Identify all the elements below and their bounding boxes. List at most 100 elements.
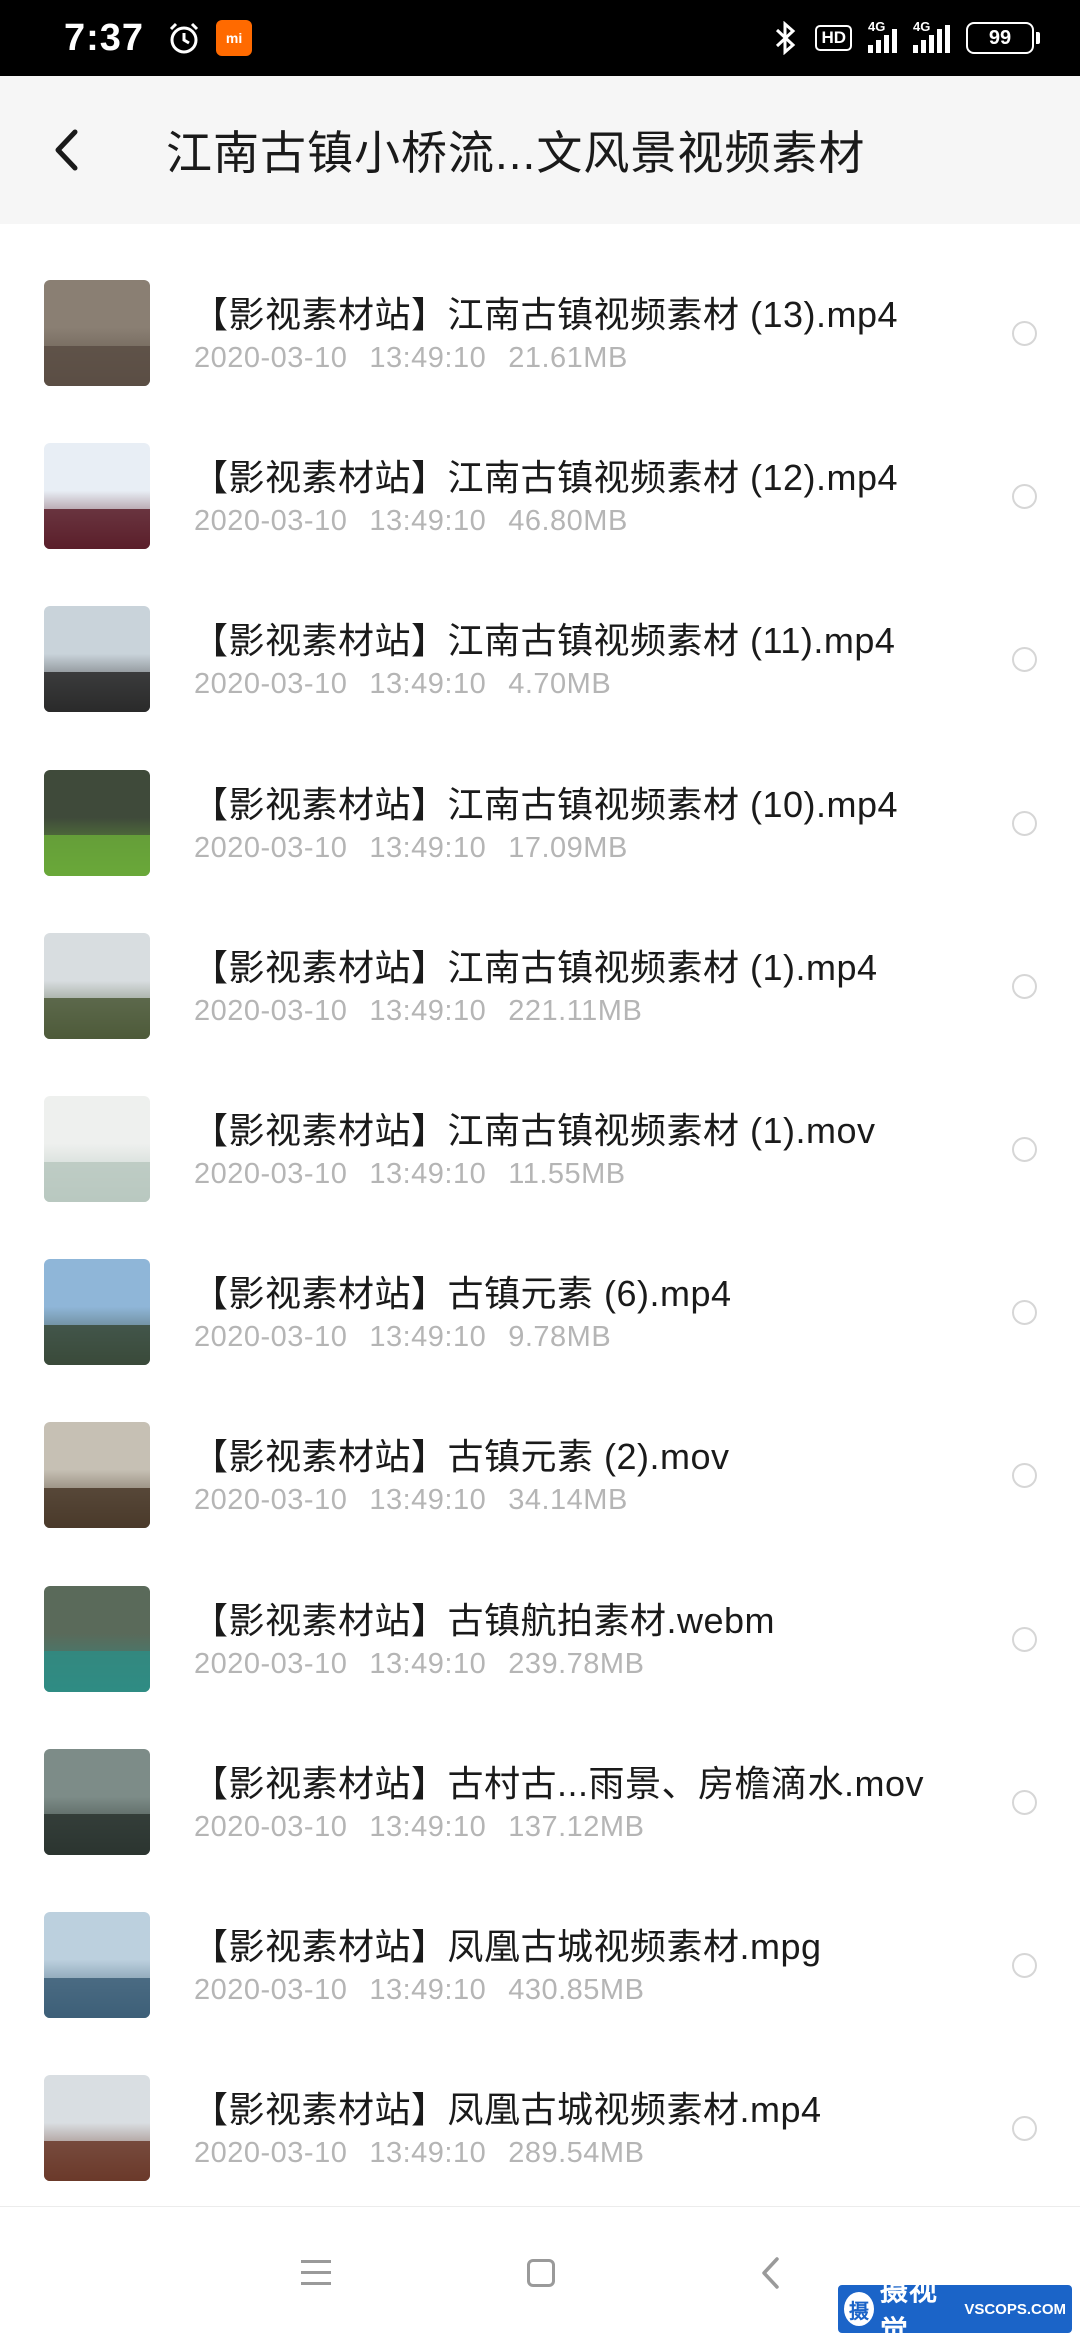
hd-badge: HD: [815, 25, 852, 51]
select-radio-button[interactable]: [1012, 1136, 1037, 1162]
file-time: 13:49:10: [369, 1973, 487, 2006]
select-radio-button[interactable]: [1012, 647, 1037, 673]
menu-icon[interactable]: [301, 2260, 331, 2286]
select-radio-button[interactable]: [1012, 1463, 1037, 1489]
file-name: 【影视素材站】江南古镇视频素材 (12).mp4: [192, 457, 899, 499]
file-list-item[interactable]: 【影视素材站】江南古镇视频素材 (1).mp4 2020-03-10 13:49:1…: [0, 877, 1080, 1040]
select-radio-button[interactable]: [1012, 1789, 1037, 1815]
select-radio-button[interactable]: [1012, 810, 1037, 836]
file-time: 13:49:10: [369, 342, 487, 374]
page-title: 江南古镇小桥流...文风景视频素材: [166, 127, 866, 179]
battery-icon: 99: [966, 22, 1040, 54]
select-radio-button[interactable]: [1012, 973, 1037, 999]
file-size: 239.78MB: [508, 1647, 645, 1680]
file-time: 13:49:10: [369, 1157, 487, 1190]
watermark-domain: VSCOPS.COM: [964, 2300, 1066, 2318]
file-size: 46.80MB: [508, 505, 628, 538]
file-time: 13:49:10: [369, 994, 487, 1027]
select-radio-button[interactable]: [1012, 1300, 1037, 1326]
file-meta: 2020-03-10 13:49:10 137.12MB: [194, 1811, 666, 1844]
video-thumbnail: [44, 1095, 150, 1202]
file-meta: 2020-03-10 13:49:10 34.14MB: [194, 1484, 650, 1517]
file-date: 2020-03-10: [194, 831, 348, 864]
system-back-icon[interactable]: [758, 2255, 782, 2291]
file-name: 【影视素材站】江南古镇视频素材 (13).mp4: [192, 294, 899, 335]
file-date: 2020-03-10: [194, 994, 348, 1027]
file-date: 2020-03-10: [194, 1973, 348, 2006]
video-thumbnail: [44, 769, 150, 876]
video-thumbnail: [44, 2075, 150, 2182]
file-size: 21.61MB: [508, 342, 628, 374]
video-thumbnail: [44, 932, 150, 1039]
file-size: 9.78MB: [508, 1321, 612, 1354]
select-radio-button[interactable]: [1012, 1952, 1037, 1978]
signal-4g-icon-2: 4G: [913, 19, 950, 53]
file-date: 2020-03-10: [194, 1321, 348, 1354]
file-date: 2020-03-10: [194, 2137, 348, 2170]
file-list-item[interactable]: 【影视素材站】古村古...雨景、房檐滴水.mov 2020-03-10 13:49:…: [0, 1693, 1080, 1856]
select-radio-button[interactable]: [1012, 484, 1037, 510]
watermark-text: 摄视觉: [879, 2275, 938, 2340]
file-time: 13:49:10: [369, 1647, 487, 1680]
network-label-1: 4G: [868, 19, 886, 34]
battery-level: 99: [988, 26, 1012, 49]
file-name: 【影视素材站】江南古镇视频素材 (10).mp4: [192, 783, 899, 825]
file-list-item[interactable]: 【影视素材站】古镇元素 (2).mov 2020-03-10 13:49:10 34.…: [0, 1366, 1080, 1529]
file-list-item[interactable]: 【影视素材站】凤凰古城视频素材.mp4 2020-03-10 13:49:10 289…: [0, 2019, 1080, 2182]
file-meta: 2020-03-10 13:49:10 9.78MB: [194, 1321, 633, 1354]
file-meta: 2020-03-10 13:49:10 430.85MB: [194, 1974, 666, 2007]
file-list-item[interactable]: 【影视素材站】古镇航拍素材.webm 2020-03-10 13:49:10 239.…: [0, 1530, 1080, 1693]
video-thumbnail: [44, 606, 150, 713]
file-date: 2020-03-10: [194, 668, 348, 701]
home-button-icon[interactable]: [527, 2259, 555, 2287]
select-radio-button[interactable]: [1012, 1626, 1037, 1652]
file-list-item[interactable]: 【影视素材站】江南古镇视频素材 (13).mp4 2020-03-10 13:49:…: [0, 224, 1080, 387]
file-name: 【影视素材站】古镇元素 (2).mov: [192, 1436, 730, 1478]
file-name: 【影视素材站】凤凰古城视频素材.mpg: [192, 1925, 822, 1967]
file-meta: 2020-03-10 13:49:10 289.54MB: [194, 2137, 666, 2170]
video-thumbnail: [44, 1422, 150, 1529]
file-time: 13:49:10: [369, 1810, 487, 1843]
file-name: 【影视素材站】古镇元素 (6).mp4: [192, 1273, 732, 1315]
status-right-icons: HD 4G 4G 99: [773, 19, 1040, 55]
file-date: 2020-03-10: [194, 1484, 348, 1517]
file-name: 【影视素材站】古村古...雨景、房檐滴水.mov: [192, 1762, 925, 1804]
file-list-item[interactable]: 【影视素材站】江南古镇视频素材 (1).mov 2020-03-10 13:49:1…: [0, 1040, 1080, 1203]
chevron-left-icon: [55, 129, 78, 171]
file-date: 2020-03-10: [194, 1810, 348, 1843]
file-meta: 2020-03-10 13:49:10 221.11MB: [194, 995, 664, 1028]
mi-badge-label: mi: [225, 30, 243, 46]
file-list-item[interactable]: 【影视素材站】古镇元素 (6).mp4 2020-03-10 13:49:10 9.7…: [0, 1203, 1080, 1366]
file-list: 【影视素材站】江南古镇视频素材 (13).mp4 2020-03-10 13:49:…: [0, 224, 1080, 2182]
select-radio-button[interactable]: [1012, 321, 1037, 346]
file-time: 13:49:10: [369, 2137, 487, 2170]
back-button[interactable]: [44, 120, 88, 180]
file-list-item[interactable]: 【影视素材站】江南古镇视频素材 (11).mp4 2020-03-10 13:49:…: [0, 550, 1080, 713]
file-meta: 2020-03-10 13:49:10 46.80MB: [194, 505, 650, 538]
file-meta: 2020-03-10 13:49:10 4.70MB: [194, 668, 633, 701]
file-size: 137.12MB: [508, 1810, 645, 1843]
file-name: 【影视素材站】江南古镇视频素材 (1).mov: [192, 1109, 876, 1151]
file-list-item[interactable]: 【影视素材站】江南古镇视频素材 (10).mp4 2020-03-10 13:49:…: [0, 714, 1080, 877]
mi-app-icon: mi: [216, 20, 253, 56]
file-meta: 2020-03-10 13:49:10 11.55MB: [194, 1158, 648, 1191]
video-thumbnail: [44, 280, 150, 386]
file-time: 13:49:10: [369, 505, 487, 538]
file-list-item[interactable]: 【影视素材站】凤凰古城视频素材.mpg 2020-03-10 13:49:10 430…: [0, 1856, 1080, 2019]
header: 江南古镇小桥流...文风景视频素材: [0, 76, 1080, 224]
file-name: 【影视素材站】凤凰古城视频素材.mp4: [192, 2089, 822, 2131]
file-date: 2020-03-10: [194, 505, 348, 538]
network-label-2: 4G: [913, 19, 931, 34]
file-date: 2020-03-10: [194, 1647, 348, 1680]
select-radio-button[interactable]: [1012, 2116, 1037, 2142]
video-thumbnail: [44, 1259, 150, 1366]
file-size: 289.54MB: [508, 2137, 645, 2170]
file-list-item[interactable]: 【影视素材站】江南古镇视频素材 (12).mp4 2020-03-10 13:49:…: [0, 387, 1080, 550]
video-thumbnail: [44, 443, 150, 550]
file-meta: 2020-03-10 13:49:10 21.61MB: [194, 342, 650, 375]
file-size: 17.09MB: [508, 831, 628, 864]
watermark-badge: 摄 摄视觉 VSCOPS.COM: [838, 2275, 1072, 2340]
file-size: 34.14MB: [508, 1484, 628, 1517]
watermark-logo: 摄: [844, 2292, 874, 2326]
file-time: 13:49:10: [369, 1484, 487, 1517]
